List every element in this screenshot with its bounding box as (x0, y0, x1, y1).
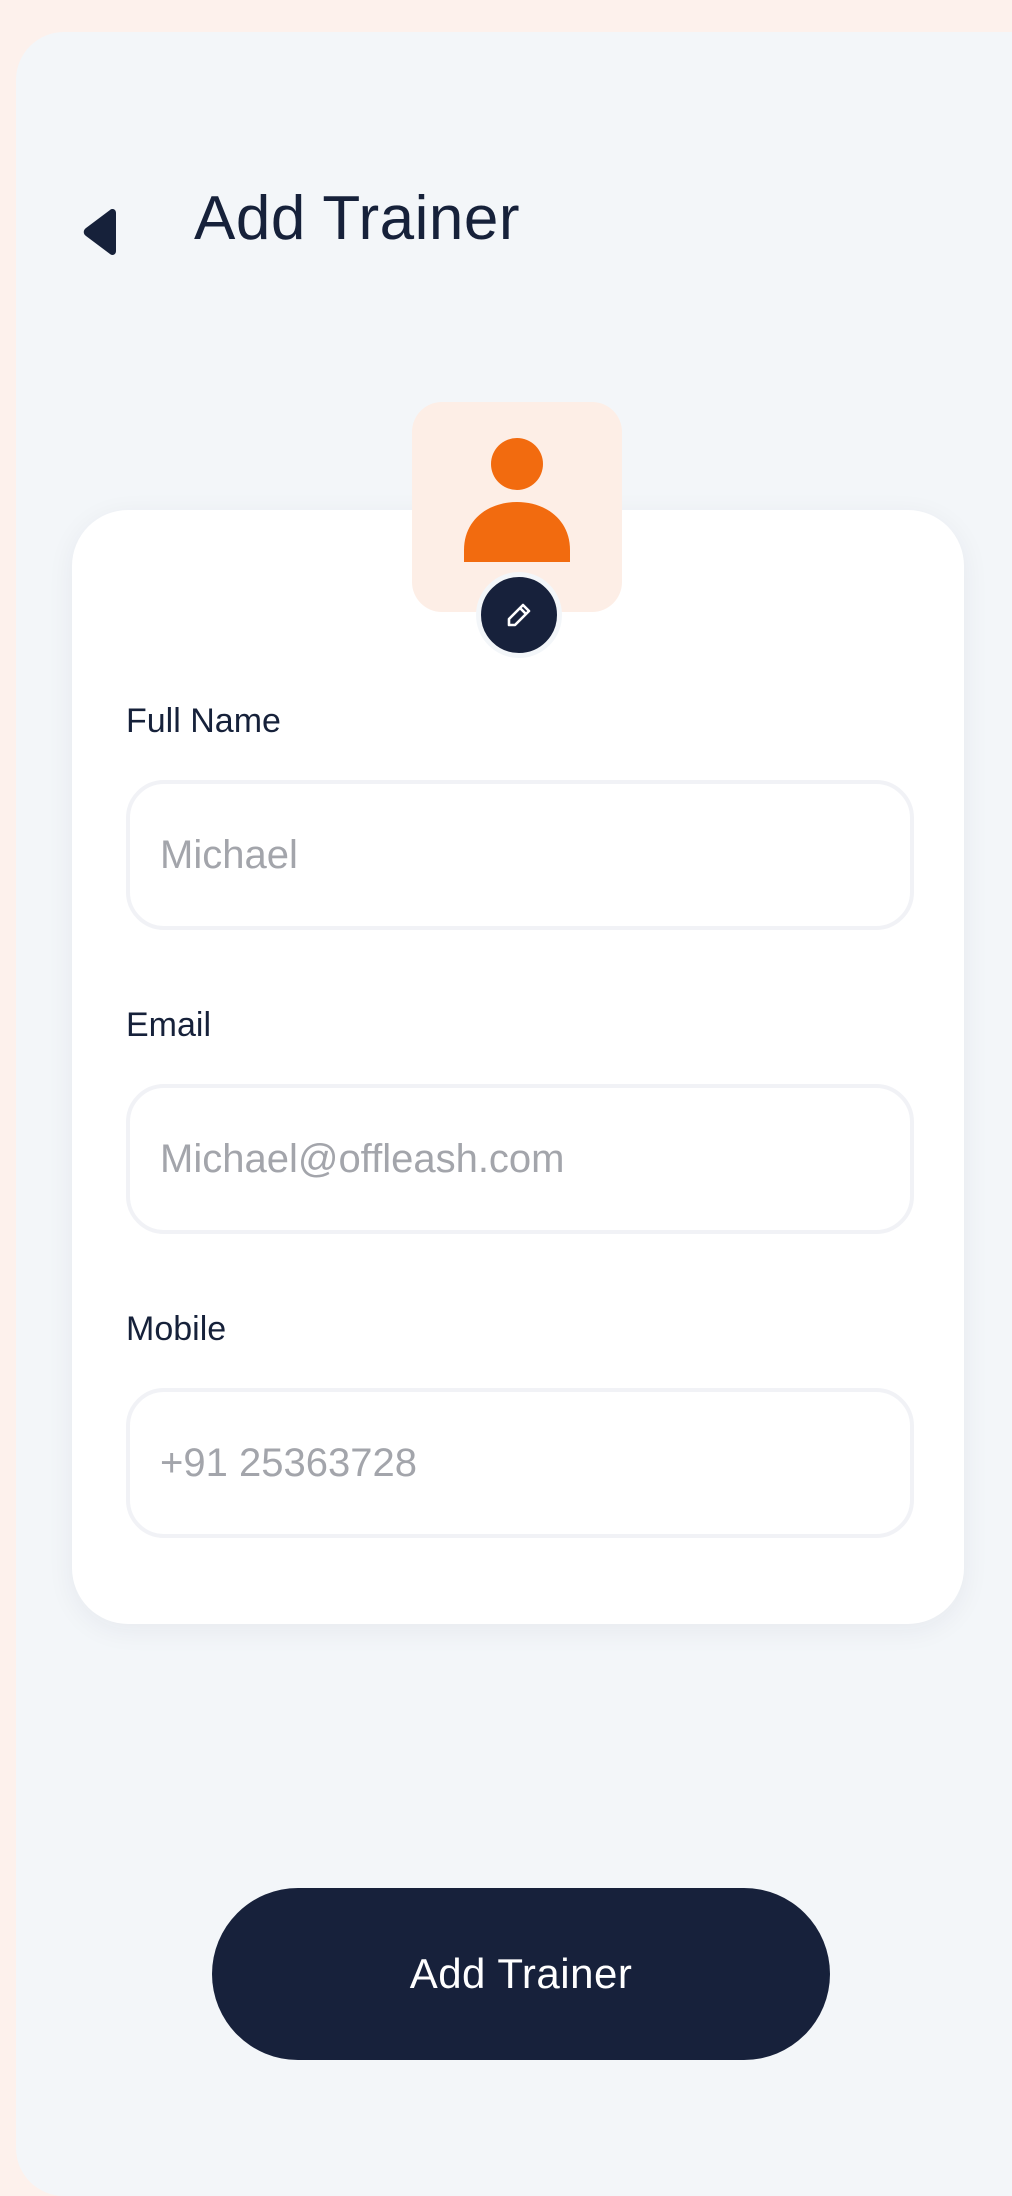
back-arrow-icon (83, 209, 116, 255)
email-input[interactable] (126, 1084, 914, 1234)
mobile-label: Mobile (126, 1310, 227, 1348)
mobile-input[interactable] (126, 1388, 914, 1538)
edit-avatar-button[interactable] (476, 572, 562, 658)
add-trainer-button[interactable]: Add Trainer (212, 1888, 830, 2060)
pencil-icon (507, 603, 531, 627)
full-name-input[interactable] (126, 780, 914, 930)
screen: Add Trainer Full Name Email Mobile Add T… (16, 32, 1012, 2196)
full-name-label: Full Name (126, 702, 281, 740)
person-icon (464, 438, 570, 562)
page-title: Add Trainer (194, 184, 521, 253)
back-button[interactable] (76, 200, 124, 264)
email-label: Email (126, 1006, 212, 1044)
